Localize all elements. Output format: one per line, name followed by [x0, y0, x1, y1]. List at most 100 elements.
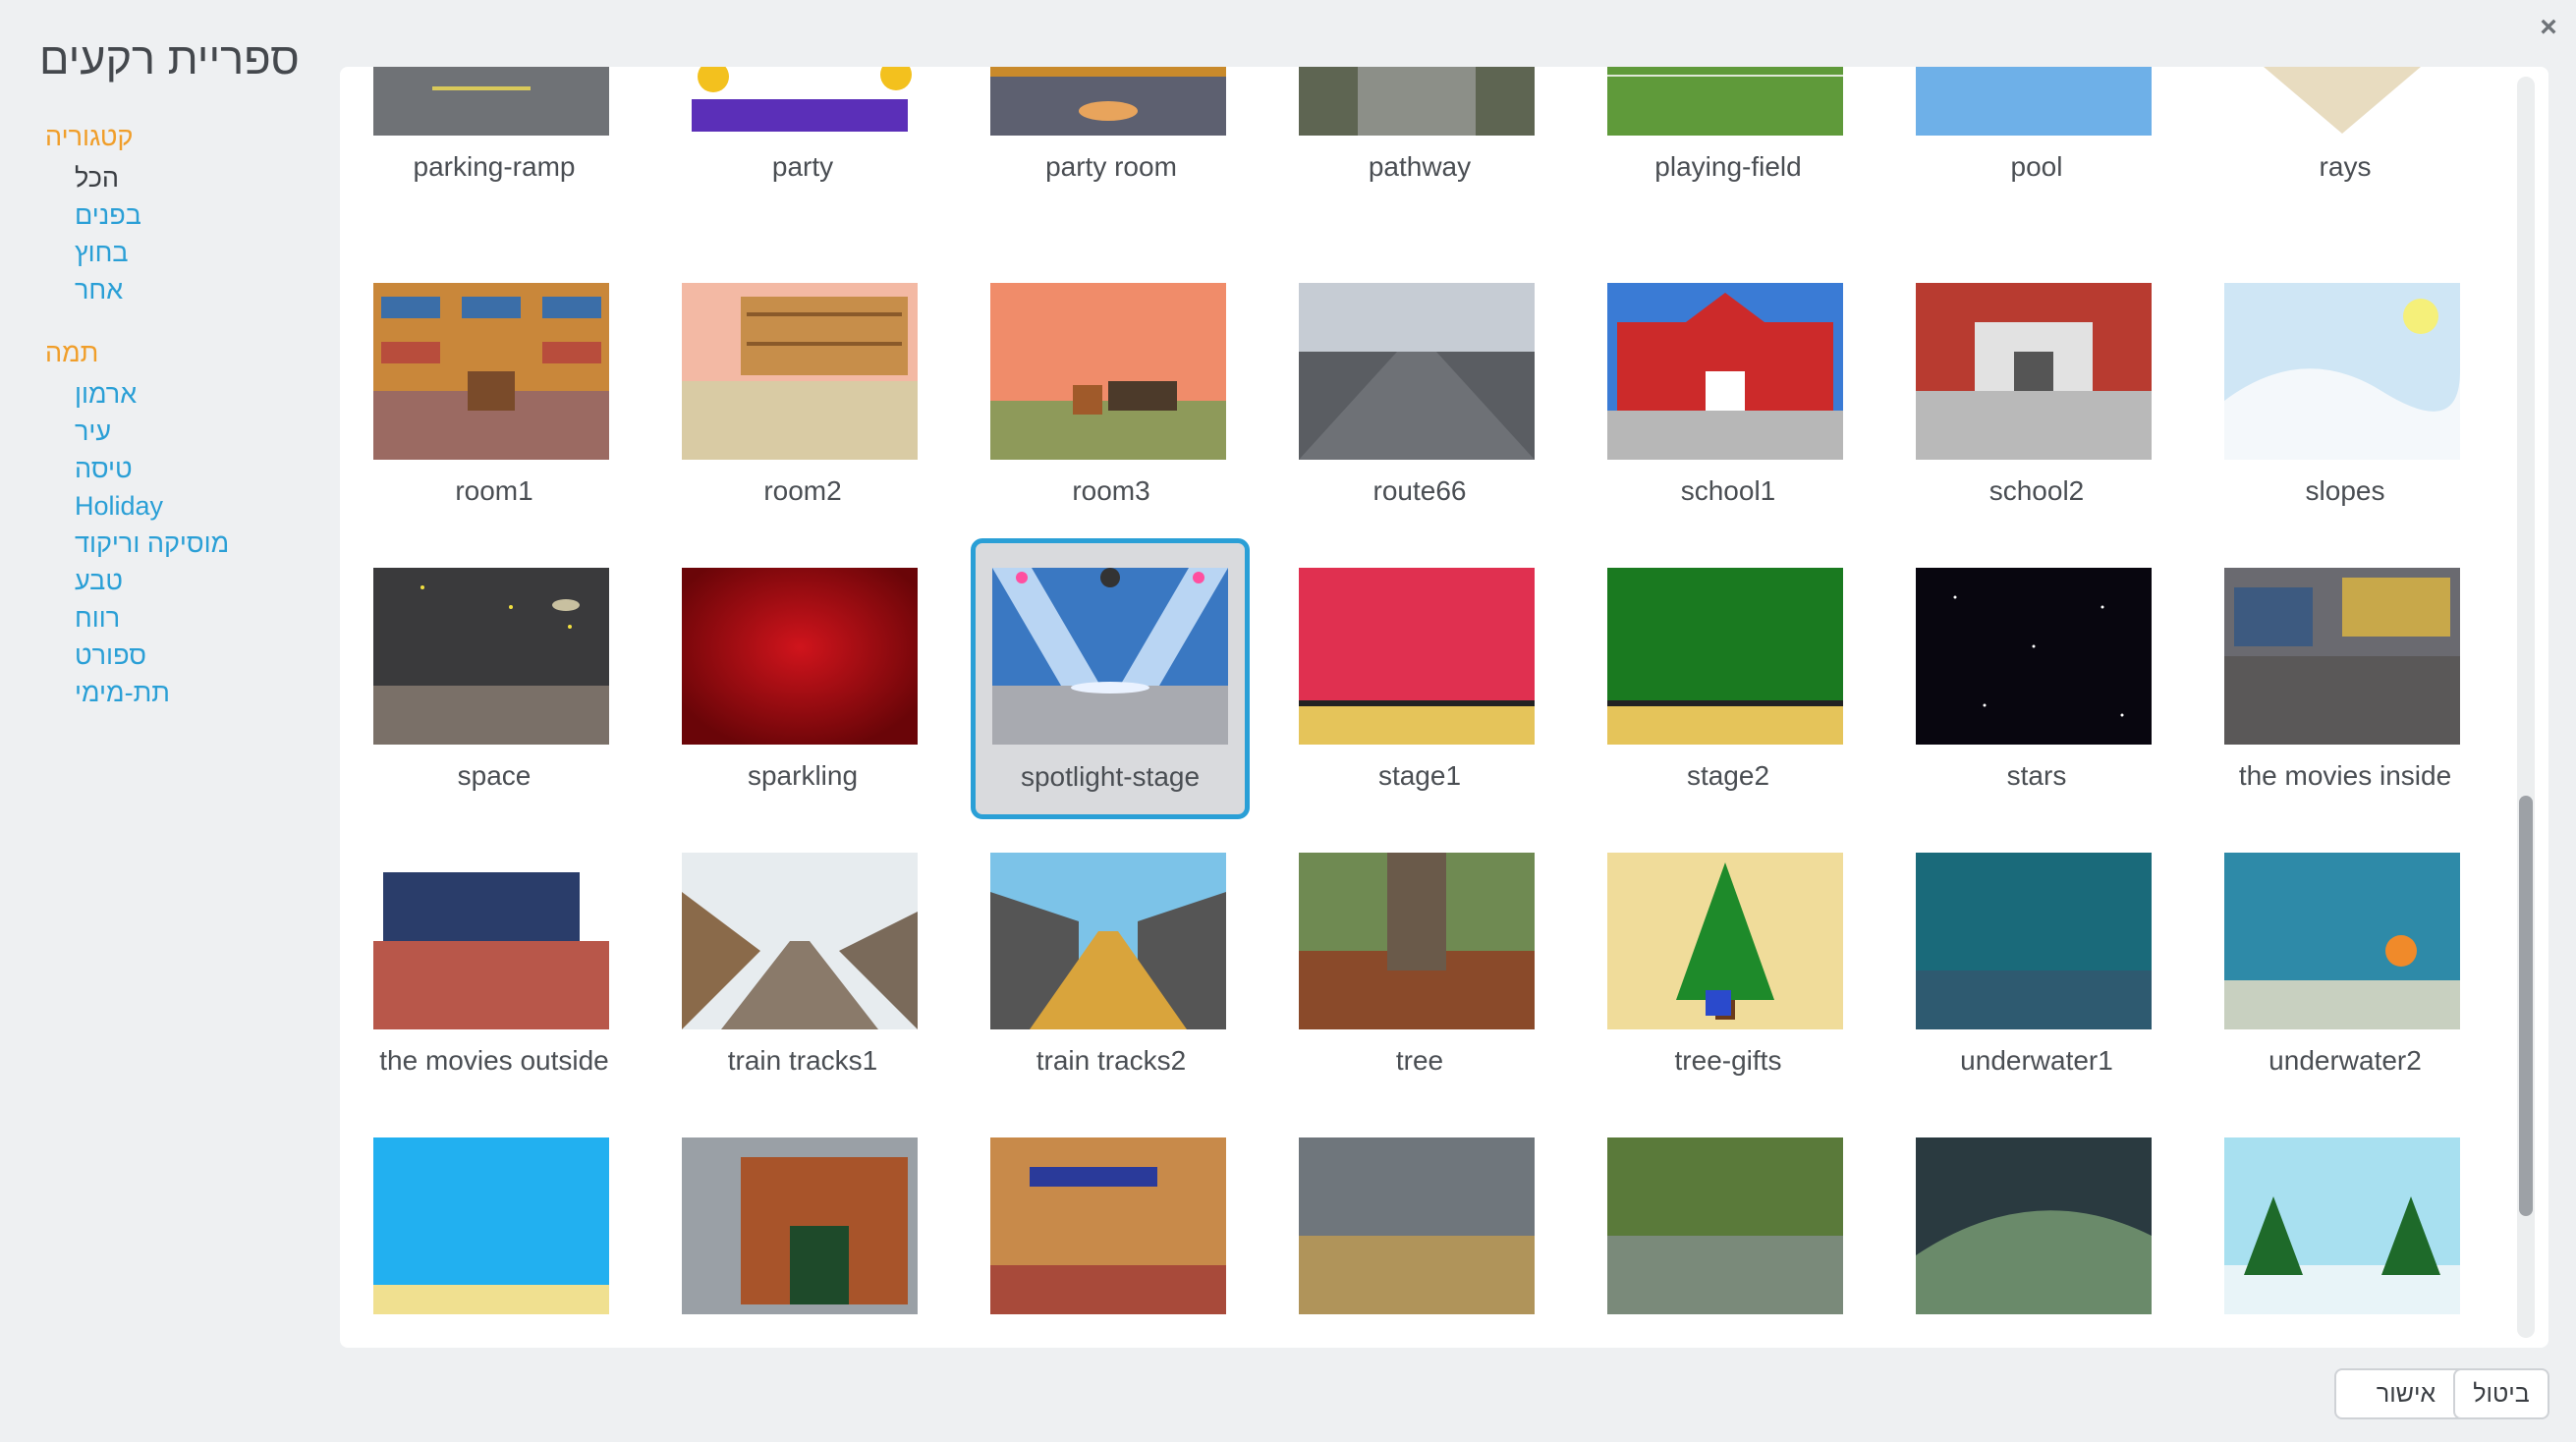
backdrop-tile[interactable]: school1 — [1574, 283, 1853, 564]
backdrop-label: school2 — [1988, 475, 2085, 506]
backdrop-label: stage2 — [1686, 760, 1770, 791]
backdrop-tile[interactable]: stage2 — [1574, 568, 1853, 849]
backdrop-thumbnail — [373, 568, 609, 745]
backdrop-tile[interactable]: parking-ramp — [340, 67, 619, 240]
backdrop-thumbnail — [373, 1137, 609, 1314]
backdrop-tile[interactable]: stage1 — [1265, 568, 1544, 849]
backdrop-label: pathway — [1368, 151, 1472, 182]
scrollbar-thumb[interactable] — [2519, 796, 2533, 1216]
backdrop-thumbnail — [990, 853, 1226, 1029]
backdrop-tile[interactable] — [1265, 1137, 1544, 1348]
backdrop-grid[interactable]: parking-ramp party party room pathway pl… — [340, 67, 2548, 1348]
category-all[interactable]: הכל — [75, 163, 119, 194]
backdrop-thumbnail — [1916, 853, 2152, 1029]
backdrop-thumbnail — [1607, 283, 1843, 460]
backdrop-thumbnail — [2224, 568, 2460, 745]
backdrop-tile[interactable]: room1 — [340, 283, 619, 564]
backdrop-tile[interactable] — [1882, 1137, 2161, 1348]
backdrop-tile[interactable]: the movies outside — [340, 853, 619, 1134]
backdrop-thumbnail — [1299, 853, 1535, 1029]
theme-heading: תמה — [45, 338, 99, 367]
cancel-button[interactable]: ביטול — [2453, 1368, 2549, 1419]
backdrop-tile[interactable]: underwater2 — [2191, 853, 2470, 1134]
theme-space[interactable]: רווח — [75, 603, 120, 634]
backdrop-label: school1 — [1680, 475, 1776, 506]
backdrop-label: underwater2 — [2268, 1045, 2422, 1076]
backdrop-tile[interactable]: the movies inside — [2191, 568, 2470, 849]
backdrop-label: train tracks1 — [727, 1045, 878, 1076]
backdrop-tile[interactable]: space — [340, 568, 619, 849]
backdrop-thumbnail — [1607, 853, 1843, 1029]
backdrop-library-dialog: × ספריית רקעים קטגוריה הכל בפנים בחוץ אח… — [0, 0, 2576, 1442]
backdrop-tile[interactable]: school2 — [1882, 283, 2161, 564]
theme-underwater[interactable]: תת-מימי — [75, 678, 170, 708]
backdrop-thumbnail — [990, 1137, 1226, 1314]
backdrop-thumbnail — [2224, 283, 2460, 460]
backdrop-tile[interactable] — [957, 1137, 1236, 1348]
theme-city[interactable]: עיר — [75, 416, 111, 447]
backdrop-label: parking-ramp — [413, 151, 576, 182]
backdrop-tile[interactable] — [340, 1137, 619, 1348]
backdrop-tile[interactable]: pool — [1882, 67, 2161, 240]
backdrop-tile[interactable]: sparkling — [648, 568, 927, 849]
backdrop-label: party — [771, 151, 834, 182]
backdrop-tile[interactable]: party room — [957, 67, 1236, 240]
backdrop-label: rays — [2319, 151, 2372, 182]
backdrop-thumbnail — [990, 67, 1226, 136]
backdrop-tile[interactable]: tree — [1265, 853, 1544, 1134]
backdrop-label: room1 — [455, 475, 533, 506]
theme-castle[interactable]: ארמון — [75, 379, 137, 410]
backdrop-label: party room — [1045, 151, 1177, 182]
category-outdoors[interactable]: בחוץ — [75, 238, 129, 268]
theme-music-dance[interactable]: מוסיקה וריקוד — [75, 528, 229, 559]
backdrop-tile[interactable]: pathway — [1265, 67, 1544, 240]
backdrop-thumbnail — [373, 67, 609, 136]
backdrop-thumbnail — [682, 283, 918, 460]
backdrop-tile[interactable]: train tracks2 — [957, 853, 1236, 1134]
backdrop-thumbnail — [2224, 1137, 2460, 1314]
backdrop-tile[interactable]: rays — [2191, 67, 2470, 240]
backdrop-tile[interactable] — [648, 1137, 927, 1348]
theme-holiday[interactable]: Holiday — [75, 491, 163, 522]
backdrop-tile[interactable]: slopes — [2191, 283, 2470, 564]
backdrop-tile[interactable]: room3 — [957, 283, 1236, 564]
backdrop-tile-selected[interactable]: spotlight-stage — [971, 538, 1250, 819]
backdrop-tile[interactable]: stars — [1882, 568, 2161, 849]
backdrop-label: slopes — [2305, 475, 2385, 506]
backdrop-tile[interactable]: tree-gifts — [1574, 853, 1853, 1134]
backdrop-thumbnail — [1607, 67, 1843, 136]
backdrop-label: the movies inside — [2238, 760, 2452, 791]
theme-flying[interactable]: טיסה — [75, 454, 133, 484]
backdrop-thumbnail — [682, 1137, 918, 1314]
backdrop-thumbnail — [1916, 1137, 2152, 1314]
category-indoors[interactable]: בפנים — [75, 200, 141, 231]
backdrop-thumbnail — [1299, 67, 1535, 136]
backdrop-thumbnail — [2224, 853, 2460, 1029]
backdrop-thumbnail — [682, 853, 918, 1029]
backdrop-thumbnail — [1916, 67, 2152, 136]
backdrop-thumbnail — [373, 283, 609, 460]
backdrop-label: stage1 — [1377, 760, 1462, 791]
backdrop-tile[interactable]: route66 — [1265, 283, 1544, 564]
backdrop-thumbnail — [1299, 283, 1535, 460]
backdrop-tile[interactable] — [1574, 1137, 1853, 1348]
backdrop-tile[interactable]: playing-field — [1574, 67, 1853, 240]
backdrop-tile[interactable]: room2 — [648, 283, 927, 564]
backdrop-label: tree-gifts — [1674, 1045, 1782, 1076]
theme-sports[interactable]: ספורט — [75, 640, 146, 671]
backdrop-label: underwater1 — [1960, 1045, 2113, 1076]
theme-nature[interactable]: טבע — [75, 566, 123, 596]
backdrop-tile[interactable]: underwater1 — [1882, 853, 2161, 1134]
backdrop-thumbnail — [1607, 568, 1843, 745]
category-heading: קטגוריה — [45, 122, 134, 151]
dialog-title: ספריית רקעים — [39, 33, 300, 83]
backdrop-tile[interactable]: party — [648, 67, 927, 240]
backdrop-label: room2 — [763, 475, 842, 506]
backdrop-label: sparkling — [747, 760, 859, 791]
backdrop-tile[interactable] — [2191, 1137, 2470, 1348]
backdrop-label: tree — [1395, 1045, 1444, 1076]
backdrop-tile[interactable]: train tracks1 — [648, 853, 927, 1134]
backdrop-thumbnail — [2224, 67, 2460, 136]
category-other[interactable]: אחר — [75, 275, 123, 305]
close-icon[interactable]: × — [2535, 10, 2562, 45]
